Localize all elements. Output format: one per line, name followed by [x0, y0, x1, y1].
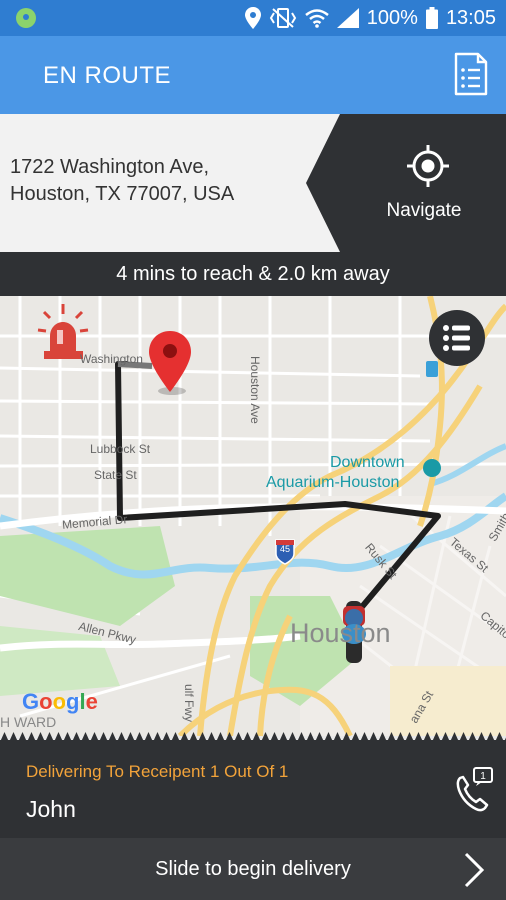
crosshair-icon [407, 145, 449, 187]
map-pin-icon [149, 331, 191, 395]
status-icons: 100% 13:05 [244, 0, 496, 36]
clock: 13:05 [445, 6, 496, 29]
document-list-icon[interactable] [454, 52, 488, 96]
list-icon [443, 325, 470, 351]
battery-icon [425, 7, 438, 29]
street-label: Houston Ave [248, 356, 262, 424]
street-label: Washington [80, 352, 143, 366]
navigate-label: Navigate [386, 200, 462, 221]
siren-icon [37, 304, 89, 359]
recipient-name: John [26, 796, 76, 822]
app-bar: EN ROUTE [0, 36, 506, 114]
address-line-1: 1722 Washington Ave, [10, 156, 210, 178]
wifi-icon [304, 9, 329, 28]
call-badge: 1 [480, 771, 486, 782]
map-view[interactable]: Washington Houston Ave Lubbock St State … [0, 296, 506, 736]
signal-icon [336, 8, 359, 28]
location-icon [244, 7, 261, 29]
vibrate-icon [269, 8, 296, 28]
chevron-right-icon[interactable] [460, 852, 488, 888]
list-view-button[interactable] [429, 310, 485, 366]
street-label: State St [94, 468, 137, 482]
google-logo: Google [22, 689, 98, 714]
poi-label: Downtown [330, 454, 405, 471]
page-title: EN ROUTE [43, 62, 172, 89]
recipient-panel: Delivering To Receipent 1 Out Of 1 John … [0, 740, 506, 838]
slide-to-deliver[interactable]: Slide to begin delivery [0, 838, 506, 900]
destination-panel: 1722 Washington Ave, Houston, TX 77007, … [0, 114, 506, 252]
status-bar: 100% 13:05 [0, 0, 506, 36]
eta-info: 4 mins to reach & 2.0 km away [0, 252, 506, 296]
location-badge-icon [16, 8, 36, 28]
street-label: Lubbock St [90, 442, 151, 456]
highway-number: 45 [280, 544, 291, 554]
address-line-2: Houston, TX 77007, USA [10, 183, 235, 205]
battery-level: 100% [366, 6, 418, 29]
city-label: Houston [290, 618, 391, 648]
poi-label: Aquarium-Houston [266, 474, 400, 491]
street-label: ulf Fwy [182, 684, 196, 723]
phone-icon[interactable]: 1 [452, 764, 496, 812]
slide-label: Slide to begin delivery [155, 858, 351, 880]
navigate-button[interactable]: Navigate [368, 114, 506, 252]
delivery-status: Delivering To Receipent 1 Out Of 1 [26, 762, 289, 781]
